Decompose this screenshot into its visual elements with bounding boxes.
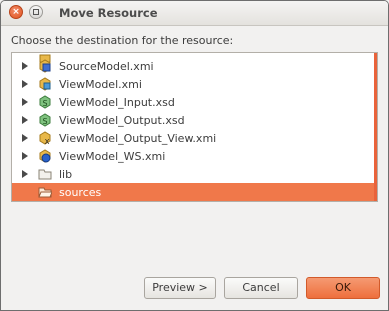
destination-prompt: Choose the destination for the resource: <box>11 34 234 47</box>
expand-arrow-icon[interactable] <box>22 80 28 88</box>
svg-text:X: X <box>45 138 50 145</box>
tree-item[interactable]: X ViewModel_Output_View.xmi <box>12 129 376 147</box>
tree-item-label: SourceModel.xmi <box>59 60 154 73</box>
cancel-button[interactable]: Cancel <box>224 277 298 299</box>
tree-item-selected[interactable]: sources <box>12 183 376 201</box>
dialog-title: Move Resource <box>59 6 158 20</box>
schema-xsd-icon: S <box>39 113 51 127</box>
model-xmi-icon: X <box>39 131 51 145</box>
tree-item[interactable]: S ViewModel_Input.xsd <box>12 93 376 111</box>
expand-arrow-icon[interactable] <box>22 98 28 106</box>
ok-button[interactable]: OK <box>306 277 380 299</box>
maximize-icon[interactable] <box>29 5 43 19</box>
close-icon[interactable]: × <box>9 5 23 19</box>
scrollbar[interactable] <box>374 53 377 201</box>
schema-xsd-icon: S <box>39 95 51 109</box>
move-resource-dialog: × Move Resource Choose the destination f… <box>0 0 389 311</box>
tree-item[interactable]: lib <box>12 165 376 183</box>
tree-item[interactable]: ViewModel.xmi <box>12 75 376 93</box>
expand-arrow-icon[interactable] <box>22 152 28 160</box>
preview-button[interactable]: Preview > <box>144 277 216 299</box>
tree-item[interactable]: SourceModel.xmi <box>12 57 376 75</box>
model-xmi-icon <box>39 77 51 91</box>
folder-icon <box>38 169 52 180</box>
webservice-model-icon <box>39 149 51 163</box>
svg-text:S: S <box>42 117 47 126</box>
destination-tree[interactable]: SourceModel.xmi ViewModel.xmi S ViewMode… <box>11 52 378 202</box>
tree-item-label: sources <box>59 186 102 199</box>
tree-item-label: ViewModel_Input.xsd <box>59 96 175 109</box>
tree-item-label: ViewModel_WS.xmi <box>59 150 166 163</box>
model-xmi-icon <box>39 59 51 73</box>
tree-item-label: ViewModel_Output.xsd <box>59 114 185 127</box>
tree-item-label: ViewModel_Output_View.xmi <box>59 132 217 145</box>
tree-item-label: ViewModel.xmi <box>59 78 142 91</box>
tree-item[interactable]: ViewModel_WS.xmi <box>12 147 376 165</box>
expand-arrow-icon[interactable] <box>22 134 28 142</box>
expand-arrow-icon[interactable] <box>22 170 28 178</box>
tree-item-label: lib <box>59 168 73 181</box>
expand-arrow-icon[interactable] <box>22 62 28 70</box>
folder-open-icon <box>38 187 52 198</box>
expand-arrow-icon[interactable] <box>22 116 28 124</box>
svg-text:S: S <box>42 99 47 108</box>
tree-item[interactable]: S ViewModel_Output.xsd <box>12 111 376 129</box>
title-bar: × Move Resource <box>1 1 388 26</box>
